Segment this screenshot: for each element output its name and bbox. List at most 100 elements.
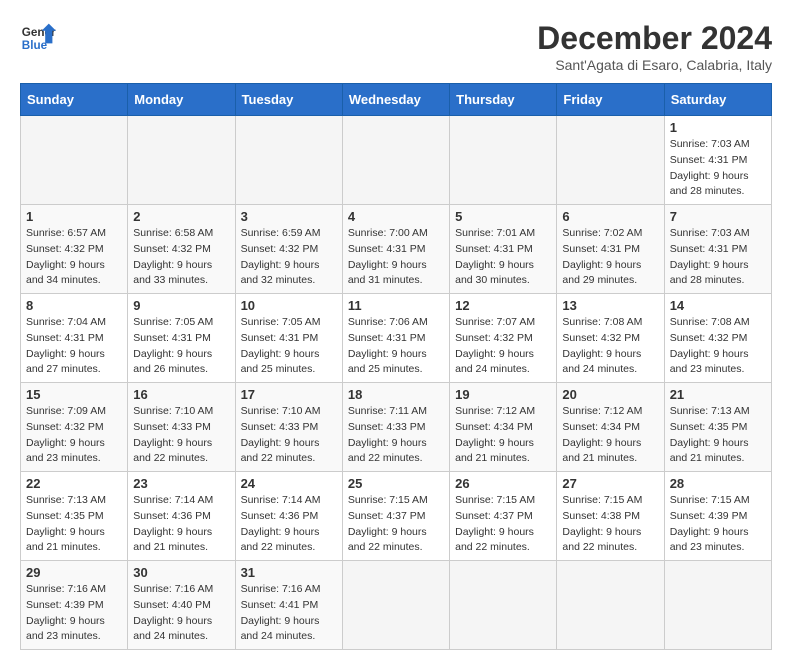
day-number: 17 [241, 387, 337, 402]
calendar-table: SundayMondayTuesdayWednesdayThursdayFrid… [20, 83, 772, 650]
day-info: Sunrise: 6:58 AMSunset: 4:32 PMDaylight:… [133, 226, 229, 289]
day-number: 27 [562, 476, 658, 491]
calendar-week-2: 8 Sunrise: 7:04 AMSunset: 4:31 PMDaylight… [21, 294, 772, 383]
day-info: Sunrise: 6:59 AMSunset: 4:32 PMDaylight:… [241, 226, 337, 289]
calendar-cell: 23 Sunrise: 7:14 AMSunset: 4:36 PMDayligh… [128, 472, 235, 561]
svg-text:Blue: Blue [22, 39, 48, 52]
day-info: Sunrise: 7:05 AMSunset: 4:31 PMDaylight:… [241, 315, 337, 378]
calendar-cell [450, 561, 557, 650]
calendar-cell: 18Sunrise: 7:11 AMSunset: 4:33 PMDayligh… [342, 383, 449, 472]
column-header-sunday: Sunday [21, 84, 128, 116]
calendar-cell: 6Sunrise: 7:02 AMSunset: 4:31 PMDaylight… [557, 205, 664, 294]
day-info: Sunrise: 7:07 AMSunset: 4:32 PMDaylight:… [455, 315, 551, 378]
calendar-cell: 11Sunrise: 7:06 AMSunset: 4:31 PMDayligh… [342, 294, 449, 383]
day-info: Sunrise: 7:04 AMSunset: 4:31 PMDaylight:… [26, 315, 122, 378]
day-number: 7 [670, 209, 766, 224]
day-number: 13 [562, 298, 658, 313]
day-info: Sunrise: 7:08 AMSunset: 4:32 PMDaylight:… [562, 315, 658, 378]
calendar-week-0: 1Sunrise: 7:03 AMSunset: 4:31 PMDaylight… [21, 116, 772, 205]
column-header-thursday: Thursday [450, 84, 557, 116]
day-info: Sunrise: 7:10 AMSunset: 4:33 PMDaylight:… [133, 404, 229, 467]
day-info: Sunrise: 7:13 AMSunset: 4:35 PMDaylight:… [670, 404, 766, 467]
day-number: 9 [133, 298, 229, 313]
day-number: 19 [455, 387, 551, 402]
calendar-cell: 20Sunrise: 7:12 AMSunset: 4:34 PMDayligh… [557, 383, 664, 472]
day-info: Sunrise: 7:11 AMSunset: 4:33 PMDaylight:… [348, 404, 444, 467]
calendar-cell: 28Sunrise: 7:15 AMSunset: 4:39 PMDayligh… [664, 472, 771, 561]
day-number: 25 [348, 476, 444, 491]
day-info: Sunrise: 7:14 AMSunset: 4:36 PMDaylight:… [133, 493, 229, 556]
day-number: 26 [455, 476, 551, 491]
day-info: Sunrise: 7:16 AMSunset: 4:39 PMDaylight:… [26, 582, 122, 645]
column-header-monday: Monday [128, 84, 235, 116]
day-number: 12 [455, 298, 551, 313]
page-header: GeneralBlue December 2024 Sant'Agata di … [20, 20, 772, 73]
day-info: Sunrise: 7:16 AMSunset: 4:41 PMDaylight:… [241, 582, 337, 645]
day-number: 2 [133, 209, 229, 224]
calendar-cell: 19 Sunrise: 7:12 AMSunset: 4:34 PMDayligh… [450, 383, 557, 472]
calendar-week-4: 22 Sunrise: 7:13 AMSunset: 4:35 PMDayligh… [21, 472, 772, 561]
calendar-cell [21, 116, 128, 205]
calendar-cell [664, 561, 771, 650]
day-info: Sunrise: 7:01 AMSunset: 4:31 PMDaylight:… [455, 226, 551, 289]
day-number: 6 [562, 209, 658, 224]
calendar-cell [450, 116, 557, 205]
day-number: 23 [133, 476, 229, 491]
calendar-cell: 3Sunrise: 6:59 AMSunset: 4:32 PMDaylight… [235, 205, 342, 294]
calendar-cell: 25 Sunrise: 7:15 AMSunset: 4:37 PMDayligh… [342, 472, 449, 561]
logo: GeneralBlue [20, 20, 56, 56]
day-number: 5 [455, 209, 551, 224]
calendar-cell: 16 Sunrise: 7:10 AMSunset: 4:33 PMDayligh… [128, 383, 235, 472]
day-info: Sunrise: 7:05 AMSunset: 4:31 PMDaylight:… [133, 315, 229, 378]
day-number: 30 [133, 565, 229, 580]
calendar-cell [342, 561, 449, 650]
calendar-cell: 14 Sunrise: 7:08 AMSunset: 4:32 PMDayligh… [664, 294, 771, 383]
day-number: 31 [241, 565, 337, 580]
day-info: Sunrise: 7:15 AMSunset: 4:37 PMDaylight:… [348, 493, 444, 556]
day-info: Sunrise: 7:15 AMSunset: 4:38 PMDaylight:… [562, 493, 658, 556]
day-number: 4 [348, 209, 444, 224]
calendar-cell: 7Sunrise: 7:03 AMSunset: 4:31 PMDaylight… [664, 205, 771, 294]
calendar-cell [128, 116, 235, 205]
day-info: Sunrise: 7:12 AMSunset: 4:34 PMDaylight:… [455, 404, 551, 467]
calendar-week-3: 15 Sunrise: 7:09 AMSunset: 4:32 PMDayligh… [21, 383, 772, 472]
calendar-cell: 21 Sunrise: 7:13 AMSunset: 4:35 PMDayligh… [664, 383, 771, 472]
day-number: 16 [133, 387, 229, 402]
day-info: Sunrise: 7:15 AMSunset: 4:37 PMDaylight:… [455, 493, 551, 556]
day-info: Sunrise: 7:00 AMSunset: 4:31 PMDaylight:… [348, 226, 444, 289]
calendar-cell: 17 Sunrise: 7:10 AMSunset: 4:33 PMDayligh… [235, 383, 342, 472]
day-number: 14 [670, 298, 766, 313]
day-number: 1 [26, 209, 122, 224]
day-number: 29 [26, 565, 122, 580]
calendar-cell: 26 Sunrise: 7:15 AMSunset: 4:37 PMDayligh… [450, 472, 557, 561]
day-info: Sunrise: 7:10 AMSunset: 4:33 PMDaylight:… [241, 404, 337, 467]
calendar-cell: 15 Sunrise: 7:09 AMSunset: 4:32 PMDayligh… [21, 383, 128, 472]
calendar-cell [557, 561, 664, 650]
calendar-cell: 10Sunrise: 7:05 AMSunset: 4:31 PMDayligh… [235, 294, 342, 383]
day-info: Sunrise: 7:16 AMSunset: 4:40 PMDaylight:… [133, 582, 229, 645]
day-number: 15 [26, 387, 122, 402]
calendar-cell: 12 Sunrise: 7:07 AMSunset: 4:32 PMDayligh… [450, 294, 557, 383]
calendar-cell: 31 Sunrise: 7:16 AMSunset: 4:41 PMDayligh… [235, 561, 342, 650]
day-number: 21 [670, 387, 766, 402]
day-info: Sunrise: 7:15 AMSunset: 4:39 PMDaylight:… [670, 493, 766, 556]
column-header-wednesday: Wednesday [342, 84, 449, 116]
calendar-cell [342, 116, 449, 205]
day-info: Sunrise: 7:13 AMSunset: 4:35 PMDaylight:… [26, 493, 122, 556]
day-number: 22 [26, 476, 122, 491]
day-number: 24 [241, 476, 337, 491]
calendar-week-1: 1Sunrise: 6:57 AMSunset: 4:32 PMDaylight… [21, 205, 772, 294]
day-info: Sunrise: 7:06 AMSunset: 4:31 PMDaylight:… [348, 315, 444, 378]
day-number: 8 [26, 298, 122, 313]
day-info: Sunrise: 7:09 AMSunset: 4:32 PMDaylight:… [26, 404, 122, 467]
calendar-cell: 4 Sunrise: 7:00 AMSunset: 4:31 PMDaylight… [342, 205, 449, 294]
calendar-cell: 22 Sunrise: 7:13 AMSunset: 4:35 PMDayligh… [21, 472, 128, 561]
column-header-saturday: Saturday [664, 84, 771, 116]
calendar-week-5: 29 Sunrise: 7:16 AMSunset: 4:39 PMDayligh… [21, 561, 772, 650]
calendar-cell: 5 Sunrise: 7:01 AMSunset: 4:31 PMDaylight… [450, 205, 557, 294]
day-number: 1 [670, 120, 766, 135]
day-info: Sunrise: 7:08 AMSunset: 4:32 PMDaylight:… [670, 315, 766, 378]
location: Sant'Agata di Esaro, Calabria, Italy [537, 57, 772, 73]
calendar-cell: 8 Sunrise: 7:04 AMSunset: 4:31 PMDaylight… [21, 294, 128, 383]
day-info: Sunrise: 7:12 AMSunset: 4:34 PMDaylight:… [562, 404, 658, 467]
